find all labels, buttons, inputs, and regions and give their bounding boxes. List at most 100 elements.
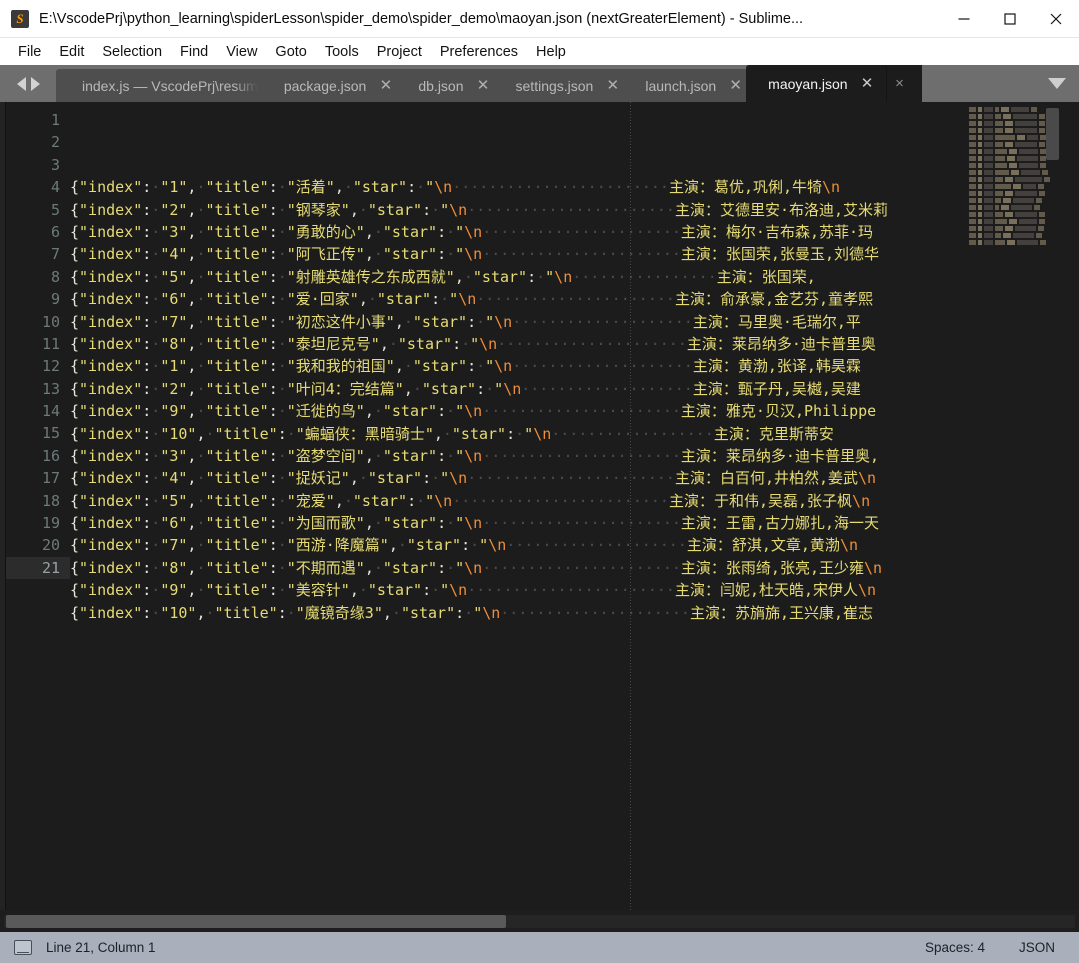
code-line: {"index":·"4",·"title":·"阿飞正传",·"star":·… <box>70 243 967 265</box>
minimap-token <box>1019 219 1037 224</box>
menu-item-tools[interactable]: Tools <box>316 41 368 63</box>
code-line: {"index":·"10",·"title":·"蝙蝠侠：黑暗骑士",·"st… <box>70 423 967 445</box>
close-icon[interactable]: ✕ <box>477 79 490 92</box>
tab-label: db.json <box>418 78 463 94</box>
maximize-button[interactable] <box>987 0 1033 37</box>
minimap-token <box>978 107 982 112</box>
code-content[interactable]: {"index":·"1",·"title":·"活着",·"star":·"\… <box>70 102 967 910</box>
menu-item-help[interactable]: Help <box>527 41 575 63</box>
tab-label: maoyan.json <box>768 76 847 92</box>
menu-item-project[interactable]: Project <box>368 41 431 63</box>
minimap-line <box>967 197 1063 204</box>
tab-package-json[interactable]: package.json ✕ <box>262 69 406 102</box>
minimap-token <box>969 233 976 238</box>
minimap-token <box>1034 205 1040 210</box>
minimize-button[interactable] <box>941 0 987 37</box>
minimap-token <box>995 170 1009 175</box>
minimap-token <box>995 107 999 112</box>
minimap-token <box>969 170 976 175</box>
close-icon[interactable]: ✕ <box>729 79 742 92</box>
minimap-token <box>984 135 993 140</box>
minimap-token <box>984 184 993 189</box>
line-number: 2 <box>6 131 70 153</box>
tab-overflow-menu-button[interactable] <box>1035 65 1079 102</box>
tab-db-json[interactable]: db.json ✕ <box>396 69 502 102</box>
minimap-token <box>984 177 993 182</box>
line-number: 4 <box>6 176 70 198</box>
triangle-left-icon[interactable] <box>17 77 26 91</box>
minimap-token <box>969 135 976 140</box>
close-icon[interactable]: ✕ <box>861 77 874 90</box>
minimap-token <box>969 191 976 196</box>
vertical-scrollbar[interactable] <box>1063 102 1079 910</box>
code-line: {"index":·"10",·"title":·"魔镜奇缘3",·"star"… <box>70 602 967 624</box>
minimap-token <box>995 114 1001 119</box>
indentation-setting[interactable]: Spaces: 4 <box>925 940 1019 955</box>
code-line: {"index":·"9",·"title":·"美容针",·"star":·"… <box>70 579 967 601</box>
minimap-token <box>995 128 1003 133</box>
minimap-token <box>1019 163 1038 168</box>
editor-area: 123456789101112131415161718192021 {"inde… <box>0 102 1079 910</box>
minimap-token <box>984 198 993 203</box>
minimap-token <box>984 163 993 168</box>
minimap-token <box>1040 149 1046 154</box>
minimap[interactable] <box>967 102 1063 910</box>
menu-item-file[interactable]: File <box>9 41 50 63</box>
line-number: 11 <box>6 333 70 355</box>
minimap-token <box>1040 135 1046 140</box>
menu-item-find[interactable]: Find <box>171 41 217 63</box>
tab-launch-json[interactable]: launch.json ✕ <box>623 69 755 102</box>
menu-item-edit[interactable]: Edit <box>50 41 93 63</box>
minimap-token <box>1005 177 1013 182</box>
minimap-line <box>967 162 1063 169</box>
menu-item-view[interactable]: View <box>217 41 266 63</box>
line-number: 8 <box>6 266 70 288</box>
tab-bar: index.js — VscodePrj\resum package.json … <box>0 65 1079 102</box>
minimap-token <box>1019 149 1038 154</box>
minimap-token <box>1003 198 1011 203</box>
minimap-token <box>1013 198 1034 203</box>
minimap-token <box>1040 163 1046 168</box>
minimap-token <box>984 107 993 112</box>
code-line: {"index":·"1",·"title":·"我和我的祖国",·"star"… <box>70 355 967 377</box>
minimap-token <box>969 121 976 126</box>
sublime-text-icon: S <box>11 10 29 28</box>
minimap-token <box>969 240 976 245</box>
tab-list: index.js — VscodePrj\resum package.json … <box>56 65 1035 102</box>
line-number: 21 <box>6 557 70 579</box>
minimap-viewport[interactable] <box>1046 108 1059 160</box>
minimap-token <box>969 205 976 210</box>
minimap-line <box>967 211 1063 218</box>
minimap-token <box>978 128 982 133</box>
close-icon[interactable]: ✕ <box>379 79 392 92</box>
triangle-right-icon[interactable] <box>31 77 40 91</box>
line-number: 10 <box>6 311 70 333</box>
minimap-token <box>1040 240 1046 245</box>
horizontal-scrollbar-thumb[interactable] <box>6 915 506 928</box>
menu-item-goto[interactable]: Goto <box>266 41 315 63</box>
minimap-token <box>1005 226 1013 231</box>
minimap-token <box>1015 226 1036 231</box>
menu-bar: File Edit Selection Find View Goto Tools… <box>0 38 1079 65</box>
tab-maoyan-json[interactable]: maoyan.json ✕ <box>746 65 886 102</box>
code-line: {"index":·"9",·"title":·"迁徙的鸟",·"star":·… <box>70 400 967 422</box>
minimap-token <box>969 128 976 133</box>
minimap-token <box>978 170 982 175</box>
display-icon <box>14 940 32 955</box>
minimap-token <box>1015 121 1037 126</box>
menu-item-preferences[interactable]: Preferences <box>431 41 527 63</box>
horizontal-scrollbar-track[interactable] <box>4 915 1075 928</box>
syntax-setting[interactable]: JSON <box>1019 940 1065 955</box>
minimap-token <box>969 163 976 168</box>
code-line: {"index":·"7",·"title":·"初恋这件小事",·"star"… <box>70 311 967 333</box>
minimap-token <box>1011 107 1029 112</box>
tab-settings-json[interactable]: settings.json ✕ <box>494 69 633 102</box>
line-number: 9 <box>6 288 70 310</box>
minimap-token <box>1005 212 1013 217</box>
close-icon[interactable]: ✕ <box>606 79 619 92</box>
minimap-token <box>984 226 993 231</box>
menu-item-selection[interactable]: Selection <box>93 41 171 63</box>
tab-index-js[interactable]: index.js — VscodePrj\resum <box>56 69 271 102</box>
minimap-token <box>1023 184 1036 189</box>
close-button[interactable] <box>1033 0 1079 37</box>
